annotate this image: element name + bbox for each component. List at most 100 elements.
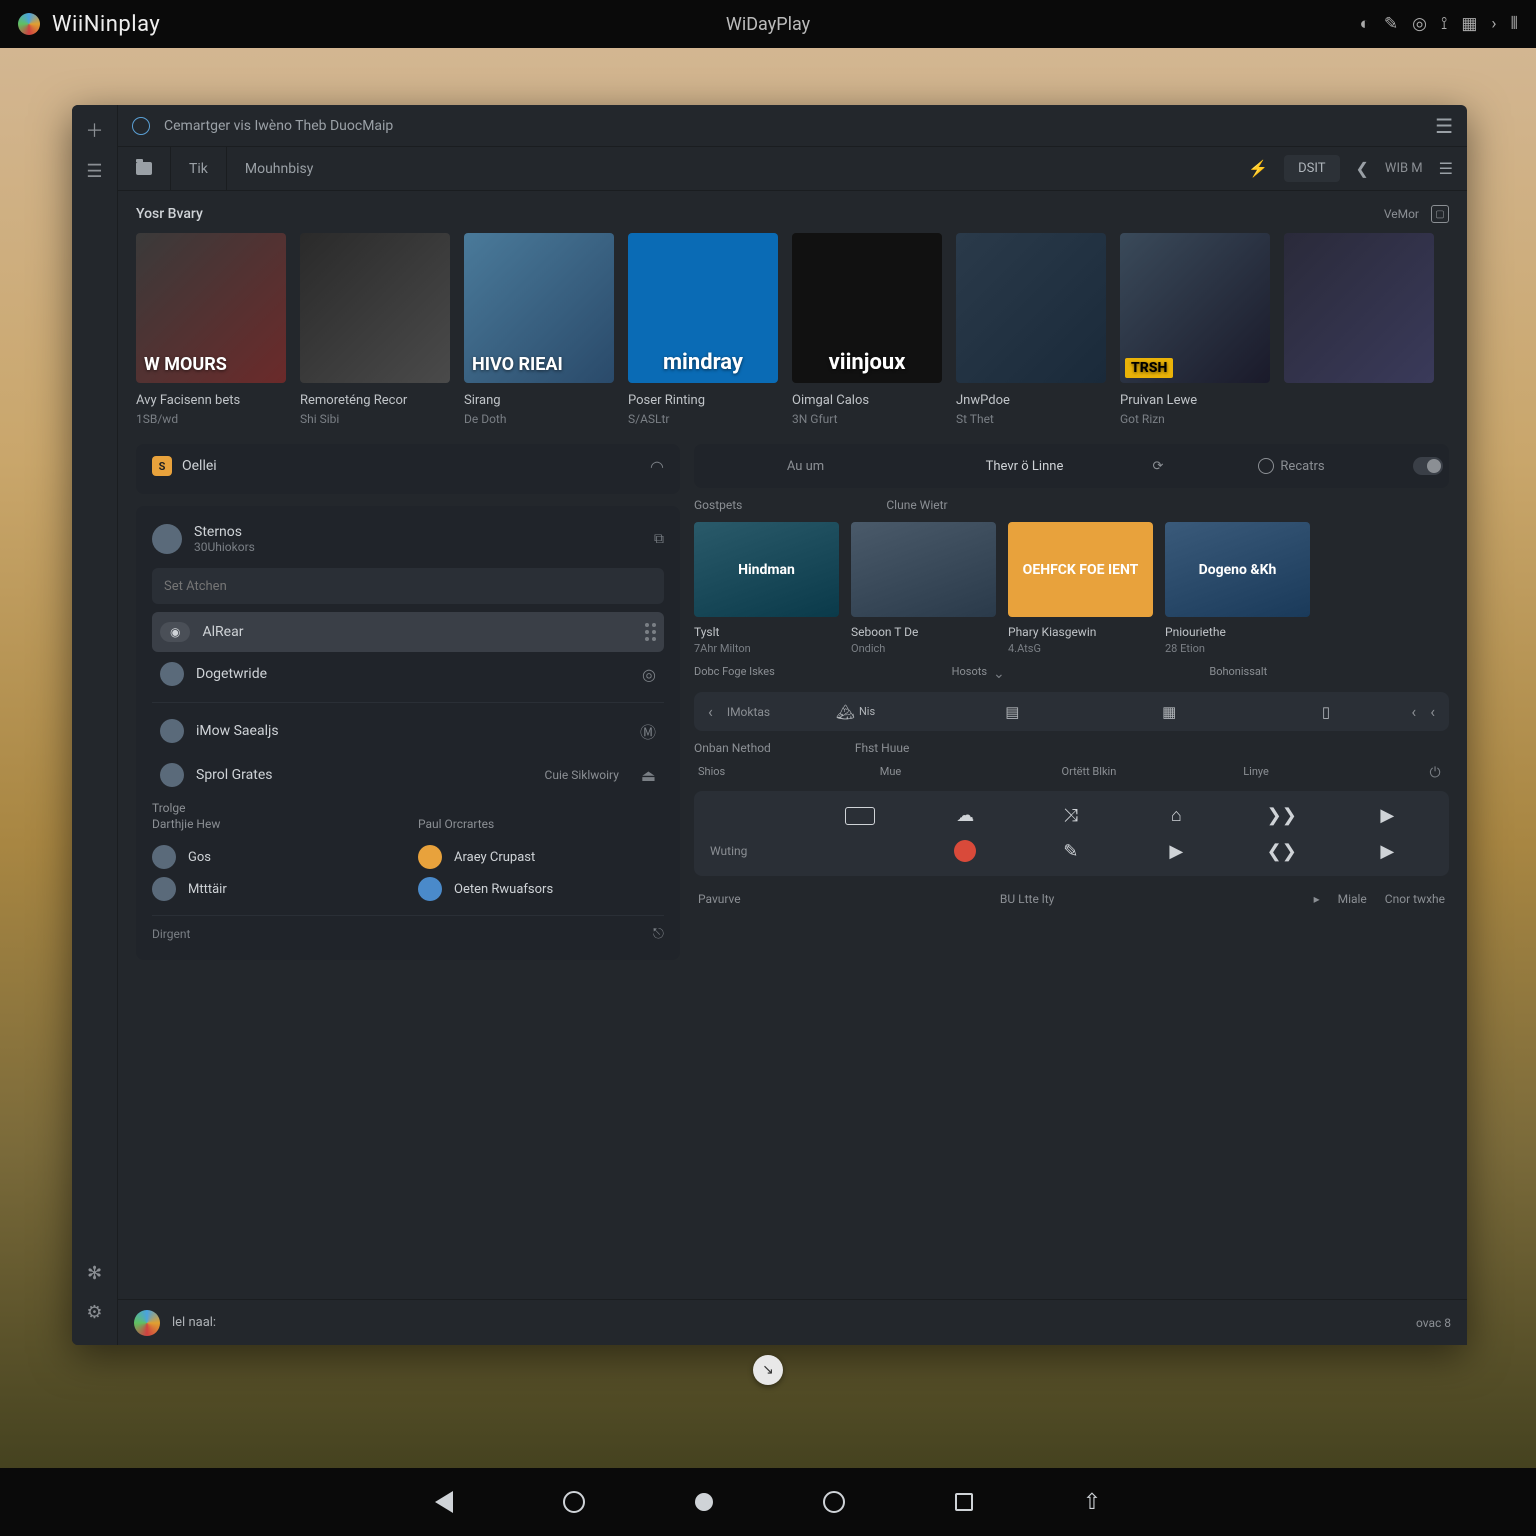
mini-card[interactable]: Dogeno &Kh Pniouriethe 28 Etion bbox=[1165, 522, 1310, 655]
equalizer-icon[interactable]: ⦀ bbox=[1511, 14, 1518, 34]
eject-icon[interactable]: ⏏ bbox=[641, 766, 656, 785]
strip-button[interactable]: 🏔 Nis bbox=[784, 703, 927, 721]
titlebar-menu-icon[interactable]: ☰ bbox=[1435, 114, 1453, 138]
toolbar-dsit-button[interactable]: DSIT bbox=[1284, 155, 1339, 182]
nav-back-icon[interactable] bbox=[435, 1491, 453, 1513]
list-item[interactable]: Sprol Grates Cuie Siklwoiry ⏏ bbox=[152, 753, 664, 797]
chevron-left-icon[interactable]: ‹ bbox=[708, 702, 713, 721]
moon-icon[interactable]: ◐ bbox=[1360, 14, 1370, 34]
item-avatar-icon bbox=[160, 719, 184, 743]
nav-home-icon[interactable] bbox=[563, 1491, 585, 1513]
play-icon[interactable]: ▶ bbox=[1380, 805, 1394, 826]
left-panel-main: Sternos 30Uhiokors ⧉ ◉ AlRear bbox=[136, 506, 680, 960]
toolbar-share-icon[interactable]: ❮ bbox=[1356, 159, 1369, 178]
mini-card[interactable]: Seboon T De Ondich bbox=[851, 522, 996, 655]
control-row: Wuting ✎ ▶ ❮❯ ▶ bbox=[710, 840, 1433, 862]
target-icon[interactable]: ◎ bbox=[642, 665, 656, 684]
strip-grid-icon[interactable]: ▦ bbox=[1098, 703, 1241, 721]
right-tabbar: Au um Thevr ö Linne ⟳ Recatrs bbox=[694, 444, 1449, 488]
forward-icon[interactable]: ❯❯ bbox=[1267, 805, 1297, 826]
nav-home2-icon[interactable] bbox=[823, 1491, 845, 1513]
drag-handle-icon[interactable] bbox=[645, 623, 656, 641]
list-item[interactable]: Dogetwride ◎ bbox=[152, 652, 664, 696]
chevron-down-icon[interactable]: ⌄ bbox=[993, 666, 1005, 682]
sub-list-item[interactable]: Gos bbox=[152, 841, 398, 873]
system-tray: ◐ ✎ ◎ ⟟ ▦ › ⦀ bbox=[1360, 14, 1518, 34]
grid-icon[interactable]: ▦ bbox=[1461, 14, 1477, 34]
left-search[interactable] bbox=[152, 568, 664, 604]
mini-cover bbox=[851, 522, 996, 617]
nav-assistant-icon[interactable] bbox=[695, 1493, 713, 1511]
mini-card[interactable]: OEHFCK FOE IENT Phary Kiasgewin 4.AtsG bbox=[1008, 522, 1153, 655]
mini-cover: OEHFCK FOE IENT bbox=[1008, 522, 1153, 617]
sound-icon[interactable]: ❮❯ bbox=[1267, 841, 1297, 862]
mic-icon[interactable]: Ⓜ bbox=[640, 719, 656, 743]
nav-share-icon[interactable]: ⇧ bbox=[1083, 1490, 1101, 1515]
album-card[interactable]: JnwPdoe St Thet bbox=[956, 233, 1106, 426]
pin-icon[interactable]: ✎ bbox=[1384, 14, 1398, 34]
app-name: WiiNinplay bbox=[52, 12, 160, 37]
mini-card[interactable]: Hindman Tyslt 7Ahr Milton bbox=[694, 522, 839, 655]
tab[interactable]: Recatrs bbox=[1186, 450, 1397, 482]
toolbar-folder-button[interactable] bbox=[118, 147, 171, 190]
sub-list-item[interactable]: Araey Crupast bbox=[418, 841, 664, 873]
lock-icon[interactable]: ⌂ bbox=[1171, 805, 1182, 826]
now-playing-art-icon[interactable] bbox=[134, 1310, 160, 1336]
two-sub-columns: Darthjie Hew Gos Mtttäir Paul Orcr bbox=[152, 817, 664, 905]
cloud-icon[interactable]: ☁ bbox=[956, 805, 974, 826]
album-card[interactable]: W MOURS Avy Facisenn bets 1SB/wd bbox=[136, 233, 286, 426]
toolbar-tab-tk[interactable]: Tik bbox=[171, 147, 227, 190]
now-playing-title: lel naal: bbox=[172, 1315, 216, 1330]
toolbar-bolt-icon[interactable]: ⚡ bbox=[1248, 159, 1268, 178]
tab[interactable]: Thevr ö Linne bbox=[919, 451, 1130, 482]
cast-icon[interactable]: ⎋ bbox=[653, 926, 664, 942]
toolbar-tab-main[interactable]: Mouhnbisy bbox=[227, 147, 331, 190]
tab-icon[interactable]: ⟳ bbox=[1138, 451, 1178, 482]
item-avatar-icon bbox=[160, 662, 184, 686]
album-cover: viinjoux bbox=[792, 233, 942, 383]
library-grid-icon[interactable]: ▢ bbox=[1431, 205, 1449, 223]
grid-header: Shios Mue Ortëtt Blkin Linye ⏻ bbox=[694, 765, 1449, 781]
avatar bbox=[152, 845, 176, 869]
strip-list-icon[interactable]: ▤ bbox=[941, 703, 1084, 721]
user-copy-icon[interactable]: ⧉ bbox=[654, 531, 664, 547]
strip-device-icon[interactable]: ▯ bbox=[1255, 703, 1398, 721]
play-icon[interactable]: › bbox=[1491, 14, 1496, 34]
album-card[interactable] bbox=[1284, 233, 1434, 426]
album-card[interactable]: Remoreténg Recor Shi Sibi bbox=[300, 233, 450, 426]
sub-list-item[interactable]: Oeten Rwuafsors bbox=[418, 873, 664, 905]
user-row[interactable]: Sternos 30Uhiokors ⧉ bbox=[152, 520, 664, 558]
album-card[interactable]: viinjoux Oimgal Calos 3N Gfurt bbox=[792, 233, 942, 426]
shuffle-icon[interactable]: ⤨ bbox=[1064, 805, 1078, 826]
titlebar-circle-icon[interactable] bbox=[132, 117, 150, 135]
app-logo-icon bbox=[18, 13, 40, 35]
album-card[interactable]: HIVO RIEAI Sirang De Doth bbox=[464, 233, 614, 426]
bookmark-icon[interactable]: ▸ bbox=[1314, 892, 1320, 906]
globe-icon[interactable]: ◎ bbox=[1412, 14, 1427, 34]
chevron-left-icon[interactable]: ‹ bbox=[1430, 702, 1435, 721]
tab[interactable]: Au um bbox=[700, 451, 911, 482]
sub-list-item[interactable]: Mtttäir bbox=[152, 873, 398, 905]
play-icon[interactable]: ▶ bbox=[1169, 841, 1183, 862]
screen-icon[interactable] bbox=[845, 807, 875, 825]
app-body: Yosr Bvary VeMor ▢ W MOURS Avy Facisenn … bbox=[118, 191, 1467, 1299]
search-input[interactable] bbox=[164, 579, 652, 594]
power-icon[interactable]: ⏻ bbox=[1425, 765, 1445, 781]
avatar bbox=[152, 524, 182, 554]
chevron-left-icon[interactable]: ‹ bbox=[1411, 702, 1416, 721]
tabbar-toggle[interactable] bbox=[1413, 457, 1443, 475]
list-item[interactable]: ◉ AlRear bbox=[152, 612, 664, 652]
headphones-icon[interactable]: ◠ bbox=[650, 457, 664, 476]
album-card[interactable]: mindray Poser Rinting S/ASLtr bbox=[628, 233, 778, 426]
nav-recents-icon[interactable] bbox=[955, 1493, 973, 1511]
record-icon[interactable] bbox=[954, 840, 976, 862]
tool-icon[interactable]: ✎ bbox=[1063, 841, 1078, 862]
play-icon[interactable]: ▶ bbox=[1380, 841, 1394, 862]
right-column: Au um Thevr ö Linne ⟳ Recatrs Gostpets C… bbox=[694, 444, 1449, 1299]
toolbar-more-icon[interactable]: ☰ bbox=[1439, 159, 1453, 178]
wifi-icon[interactable]: ⟟ bbox=[1441, 14, 1447, 34]
album-card[interactable]: TRSH Pruivan Lewe Got Rizn bbox=[1120, 233, 1270, 426]
list-item[interactable]: iMow Saealjs Ⓜ bbox=[152, 709, 664, 753]
library-more-link[interactable]: VeMor bbox=[1384, 207, 1419, 221]
center-handle-icon[interactable]: ↘ bbox=[753, 1355, 783, 1385]
